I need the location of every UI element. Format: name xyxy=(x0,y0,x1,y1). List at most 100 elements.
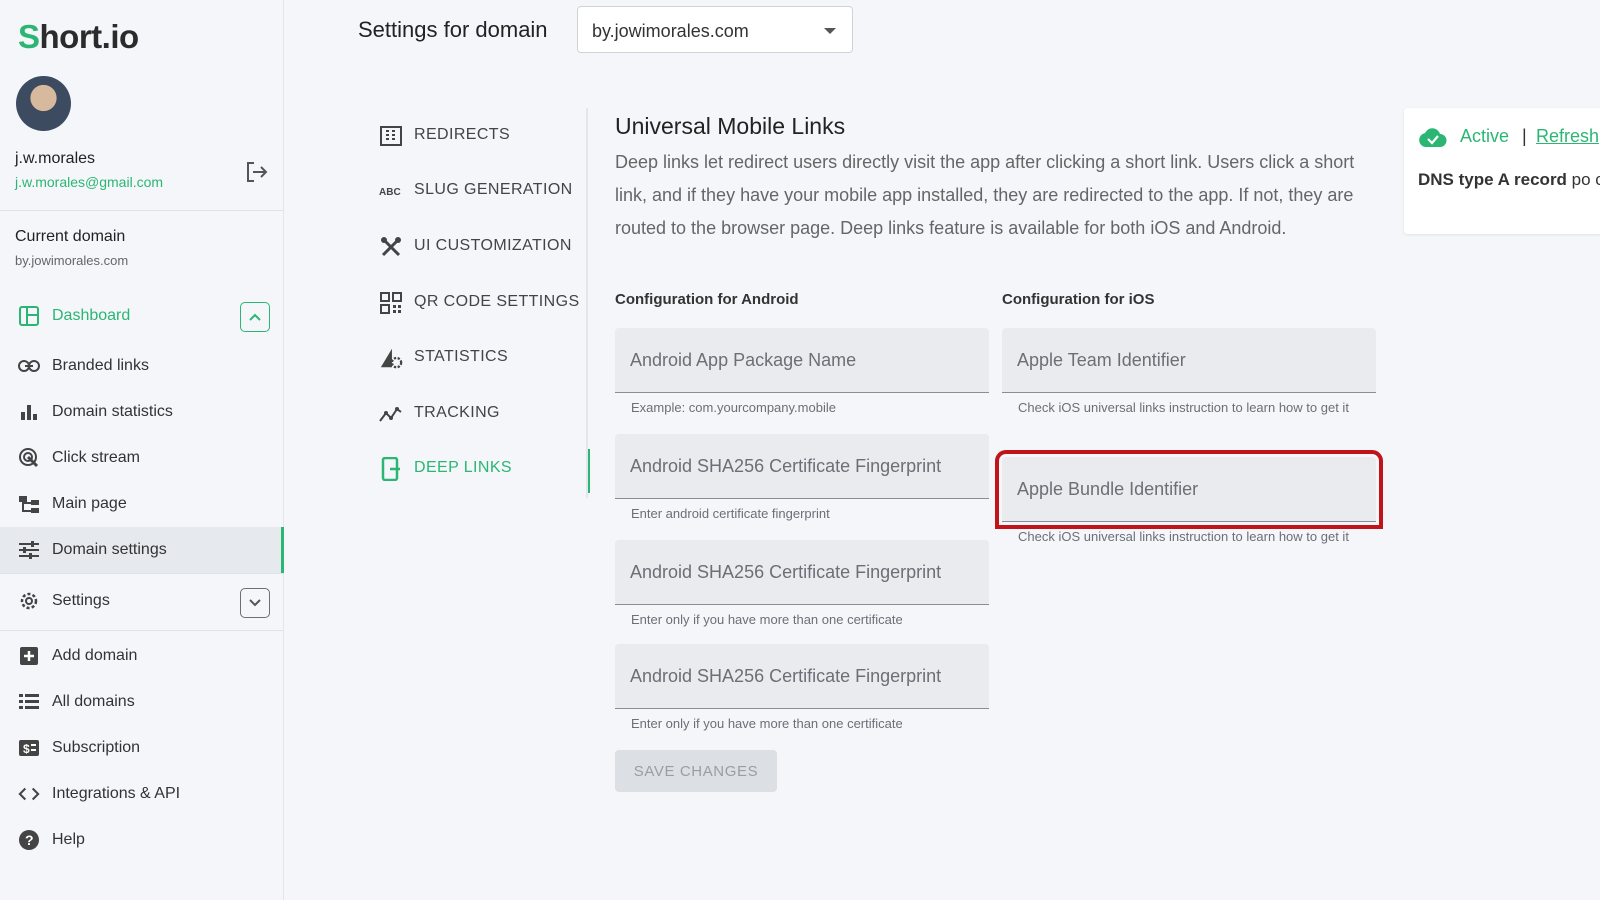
logo[interactable]: Short.io xyxy=(18,18,139,56)
field-helper-text: Example: com.yourcompany.mobile xyxy=(631,400,836,415)
sidebar-item-subscription[interactable]: $ Subscription xyxy=(0,725,284,771)
tools-icon xyxy=(379,235,403,259)
logout-icon[interactable] xyxy=(242,158,270,186)
field-helper-text: Check iOS universal links instruction to… xyxy=(1018,529,1349,544)
android-package-name-field[interactable] xyxy=(615,328,989,393)
section-description: Deep links let redirect users directly v… xyxy=(615,152,1355,238)
sidebar-item-label: Settings xyxy=(52,592,110,609)
bar-chart-icon xyxy=(18,401,40,423)
android-fingerprint-field-1[interactable] xyxy=(615,434,989,499)
android-fingerprint-field-2[interactable] xyxy=(615,540,989,605)
sidebar-item-label: Dashboard xyxy=(52,307,131,324)
sidebar-item-branded-links[interactable]: Branded links xyxy=(0,343,284,389)
svg-text:ABC: ABC xyxy=(379,187,401,197)
apple-bundle-id-input[interactable] xyxy=(1002,457,1376,521)
apple-team-id-input[interactable] xyxy=(1002,328,1376,392)
field-helper-text: Check iOS universal links instruction to… xyxy=(1018,400,1349,415)
domain-select-value: by.jowimorales.com xyxy=(592,21,749,41)
subnav-label: QR CODE SETTINGS xyxy=(414,293,580,310)
subnav-label: STATISTICS xyxy=(414,348,509,365)
expand-settings-button[interactable] xyxy=(240,588,270,618)
sidebar-item-add-domain[interactable]: Add domain xyxy=(0,633,284,679)
chevron-down-icon xyxy=(249,599,261,607)
subnav-label: REDIRECTS xyxy=(414,126,511,143)
field-helper-text: Enter only if you have more than one cer… xyxy=(631,716,903,731)
sidebar-item-label: All domains xyxy=(52,693,135,710)
sidebar-item-domain-statistics[interactable]: Domain statistics xyxy=(0,389,284,435)
refresh-link[interactable]: Refresh xyxy=(1536,126,1599,147)
help-icon: ? xyxy=(18,829,40,851)
sidebar-item-label: Add domain xyxy=(52,647,138,664)
domain-select[interactable]: by.jowimorales.com xyxy=(577,6,853,53)
sidebar-item-label: Domain statistics xyxy=(52,403,173,420)
sitemap-icon xyxy=(18,493,40,515)
apple-bundle-id-field[interactable] xyxy=(995,450,1383,529)
avatar[interactable] xyxy=(16,76,71,131)
building-icon xyxy=(379,124,403,148)
android-fingerprint-field-3[interactable] xyxy=(615,644,989,709)
sidebar-item-all-domains[interactable]: All domains xyxy=(0,679,284,725)
subnav-item-deep-links[interactable]: DEEP LINKS xyxy=(370,449,590,493)
dashboard-icon xyxy=(18,305,40,327)
sidebar-item-label: Integrations & API xyxy=(52,785,181,802)
android-fingerprint-input-2[interactable] xyxy=(615,540,989,604)
ios-config-heading: Configuration for iOS xyxy=(1002,291,1155,308)
android-fingerprint-input-1[interactable] xyxy=(615,434,989,498)
cloud-check-icon xyxy=(1418,128,1448,153)
android-package-name-input[interactable] xyxy=(615,328,989,392)
collapse-dashboard-button[interactable] xyxy=(240,302,270,332)
sidebar-item-label: Main page xyxy=(52,495,127,512)
dns-status-text: DNS type A record po correct IP address xyxy=(1418,166,1600,194)
apple-team-id-field[interactable] xyxy=(1002,328,1376,393)
field-helper-text: Enter only if you have more than one cer… xyxy=(631,612,903,627)
sidebar-item-click-stream[interactable]: Click stream xyxy=(0,435,284,481)
caret-down-icon xyxy=(824,28,836,34)
status-separator: | xyxy=(1522,126,1527,146)
tracking-icon xyxy=(379,402,403,426)
sidebar-divider xyxy=(0,630,284,631)
subnav-label: DEEP LINKS xyxy=(414,459,512,476)
sidebar: Short.io j.w.morales j.w.morales@gmail.c… xyxy=(0,0,284,900)
svg-text:?: ? xyxy=(25,832,34,848)
sidebar-item-main-page[interactable]: Main page xyxy=(0,481,284,527)
android-config-heading: Configuration for Android xyxy=(615,291,799,308)
qr-icon xyxy=(379,291,403,315)
list-icon xyxy=(18,691,40,713)
sidebar-item-domain-settings[interactable]: Domain settings xyxy=(0,527,284,573)
sidebar-item-label: Help xyxy=(52,831,85,848)
save-changes-button[interactable]: SAVE CHANGES xyxy=(615,750,777,792)
current-domain-value: by.jowimorales.com xyxy=(15,253,129,268)
settings-subnav: REDIRECTS ABC SLUG GENERATION UI CUSTOMI… xyxy=(370,108,590,498)
sidebar-divider xyxy=(0,573,284,574)
sidebar-item-help[interactable]: ? Help xyxy=(0,817,284,863)
subnav-item-statistics[interactable]: STATISTICS xyxy=(370,338,588,378)
current-domain-label: Current domain xyxy=(15,228,126,245)
sidebar-divider xyxy=(0,210,284,211)
statistics-icon xyxy=(379,346,403,370)
click-icon xyxy=(18,447,40,469)
sidebar-item-integrations[interactable]: Integrations & API xyxy=(0,771,284,817)
subnav-item-slug-generation[interactable]: ABC SLUG GENERATION xyxy=(370,171,588,211)
android-fingerprint-input-3[interactable] xyxy=(615,644,989,708)
user-name: j.w.morales xyxy=(15,150,96,167)
field-helper-text: Enter android certificate fingerprint xyxy=(631,506,830,521)
section-title: Universal Mobile Links xyxy=(615,113,846,139)
svg-text:$: $ xyxy=(23,742,30,756)
subnav-item-qr-code-settings[interactable]: QR CODE SETTINGS xyxy=(370,283,588,323)
abc-icon: ABC xyxy=(379,179,403,203)
dns-record-type: DNS type A record xyxy=(1418,170,1567,189)
sidebar-item-label: Branded links xyxy=(52,357,149,374)
dns-status-card: Active | Refresh DNS type A record po co… xyxy=(1404,108,1600,234)
sidebar-item-label: Domain settings xyxy=(52,541,167,558)
subnav-item-tracking[interactable]: TRACKING xyxy=(370,394,588,434)
code-icon xyxy=(18,783,40,805)
subnav-label: TRACKING xyxy=(414,404,500,421)
subnav-item-ui-customization[interactable]: UI CUSTOMIZATION xyxy=(370,227,588,267)
sidebar-item-label: Subscription xyxy=(52,739,141,756)
dollar-icon: $ xyxy=(18,737,40,759)
user-email: j.w.morales@gmail.com xyxy=(15,174,164,190)
link-icon xyxy=(18,355,40,377)
chevron-up-icon xyxy=(249,313,261,321)
subnav-item-redirects[interactable]: REDIRECTS xyxy=(370,116,588,156)
subnav-label: SLUG GENERATION xyxy=(414,181,573,198)
